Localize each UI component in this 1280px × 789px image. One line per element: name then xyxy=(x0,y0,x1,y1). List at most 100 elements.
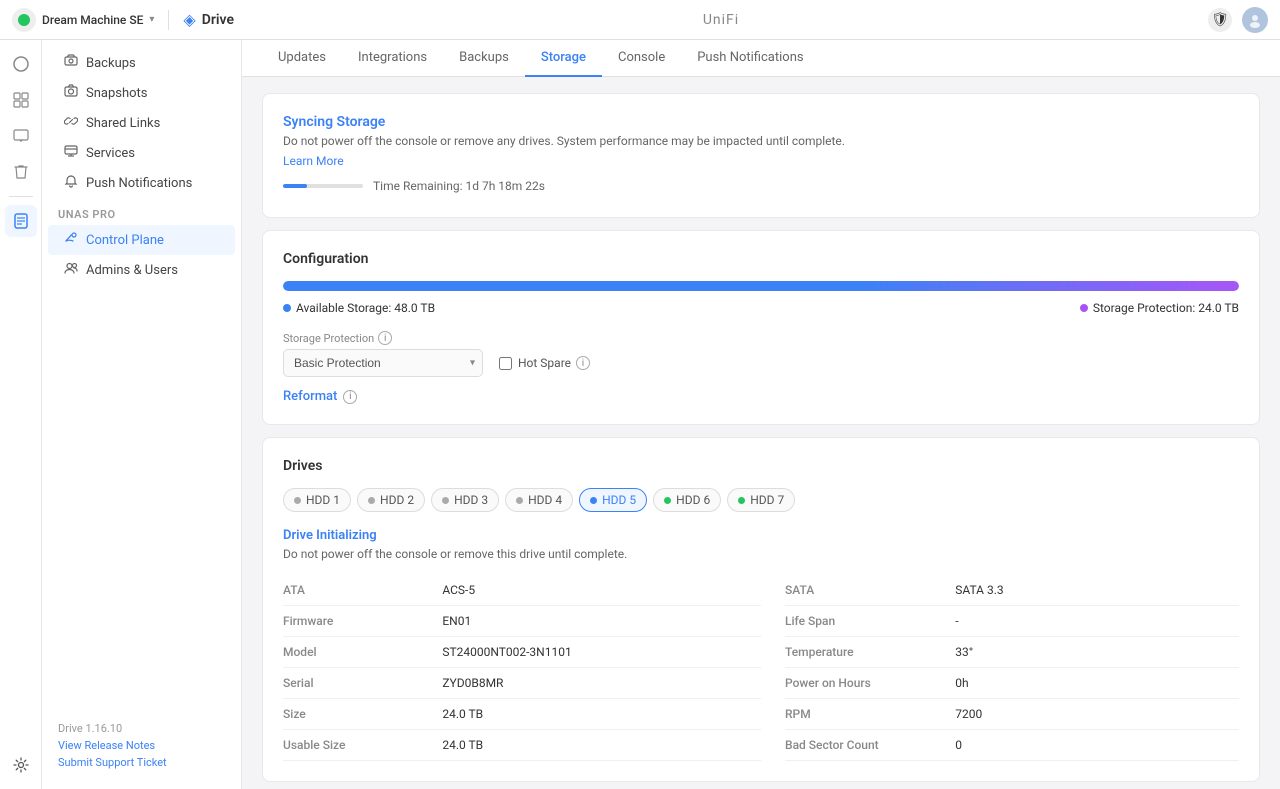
sidebar-item-services[interactable]: Services xyxy=(48,138,235,168)
drives-tabs: HDD 1 HDD 2 HDD 3 HDD 4 xyxy=(283,488,1239,512)
serial-label: Serial xyxy=(283,676,442,690)
size-value: 24.0 TB xyxy=(442,707,761,721)
sidebar-label-control-plane: Control Plane xyxy=(86,233,164,248)
hdd1-dot xyxy=(294,497,301,504)
sidebar-item-control-plane[interactable]: Control Plane xyxy=(48,225,235,255)
sidebar-icon-display[interactable] xyxy=(5,120,37,152)
life-span-label: Life Span xyxy=(785,614,955,628)
sidebar-icon-document[interactable] xyxy=(5,205,37,237)
drive-tab-hdd4[interactable]: HDD 4 xyxy=(505,488,573,512)
reformat-row: Reformat i xyxy=(283,389,1239,404)
detail-row-sata: SATA SATA 3.3 xyxy=(785,575,1239,606)
drive-tab-hdd1[interactable]: HDD 1 xyxy=(283,488,351,512)
storage-protection-info-icon[interactable]: i xyxy=(378,331,392,345)
detail-row-bad-sector: Bad Sector Count 0 xyxy=(785,730,1239,761)
sidebar-item-backups[interactable]: Backups xyxy=(48,48,235,78)
chevron-down-icon[interactable]: ▾ xyxy=(149,14,154,25)
version-label: Drive 1.16.10 xyxy=(58,722,122,735)
legend-protection: Storage Protection: 24.0 TB xyxy=(1080,301,1239,315)
tab-push-notifications[interactable]: Push Notifications xyxy=(681,40,819,77)
detail-row-temperature: Temperature 33° xyxy=(785,637,1239,668)
learn-more-link[interactable]: Learn More xyxy=(283,154,344,168)
left-sidebar: Backups Snapshots Shared Links Services … xyxy=(42,40,242,789)
drive-tab-hdd6[interactable]: HDD 6 xyxy=(653,488,721,512)
storage-protection-label: Storage Protection i xyxy=(283,331,483,345)
storage-protection-legend: Storage Protection: 24.0 TB xyxy=(1093,301,1239,315)
ata-label: ATA xyxy=(283,583,442,597)
sidebar-icon-trash[interactable] xyxy=(5,156,37,188)
drive-tab-hdd7[interactable]: HDD 7 xyxy=(727,488,795,512)
drive-details-right: SATA SATA 3.3 Life Span - Temperature 33… xyxy=(761,575,1239,761)
services-icon xyxy=(64,144,78,162)
configuration-card: Configuration Available Storage: 48.0 TB… xyxy=(262,230,1260,425)
sidebar-label-shared-links: Shared Links xyxy=(86,116,160,131)
view-release-notes-link[interactable]: View Release Notes xyxy=(58,739,225,752)
tab-updates[interactable]: Updates xyxy=(262,40,342,77)
device-name: Dream Machine SE xyxy=(42,13,143,27)
reformat-info-icon[interactable]: i xyxy=(343,390,357,404)
avatar[interactable] xyxy=(1242,7,1268,33)
hdd5-dot xyxy=(590,497,597,504)
syncing-storage-card: Syncing Storage Do not power off the con… xyxy=(262,93,1260,218)
sidebar-label-services: Services xyxy=(86,146,135,161)
syncing-desc: Do not power off the console or remove a… xyxy=(283,134,1239,148)
tab-console[interactable]: Console xyxy=(602,40,681,77)
drive-tab-hdd3[interactable]: HDD 3 xyxy=(431,488,499,512)
device-icon xyxy=(12,8,36,32)
shield-button[interactable]: 🛡 xyxy=(1208,8,1232,32)
icon-sidebar-divider xyxy=(9,196,33,197)
sidebar-icon-settings[interactable] xyxy=(5,749,37,781)
detail-row-size: Size 24.0 TB xyxy=(283,699,761,730)
sidebar-item-push-notifications[interactable]: Push Notifications xyxy=(48,168,235,198)
drive-tab-hdd2[interactable]: HDD 2 xyxy=(357,488,425,512)
hdd6-dot xyxy=(664,497,671,504)
snapshots-icon xyxy=(64,84,78,102)
hot-spare-label[interactable]: Hot Spare i xyxy=(518,356,590,370)
tab-storage[interactable]: Storage xyxy=(525,40,602,77)
detail-row-power-on-hours: Power on Hours 0h xyxy=(785,668,1239,699)
tab-integrations[interactable]: Integrations xyxy=(342,40,443,77)
storage-bar-fill xyxy=(283,281,1239,291)
storage-protection-select-wrapper: Basic Protection Advanced Protection No … xyxy=(283,349,483,377)
submit-support-ticket-link[interactable]: Submit Support Ticket xyxy=(58,756,225,769)
model-label: Model xyxy=(283,645,442,659)
progress-bar-container: Time Remaining: 1d 7h 18m 22s xyxy=(283,179,1239,193)
detail-row-life-span: Life Span - xyxy=(785,606,1239,637)
detail-row-rpm: RPM 7200 xyxy=(785,699,1239,730)
sidebar-item-shared-links[interactable]: Shared Links xyxy=(48,108,235,138)
hot-spare-info-icon[interactable]: i xyxy=(576,356,590,370)
drive-details-grid: ATA ACS-5 Firmware EN01 Model ST24000NT0… xyxy=(283,575,1239,761)
sidebar-item-snapshots[interactable]: Snapshots xyxy=(48,78,235,108)
serial-value: ZYD0B8MR xyxy=(442,676,761,690)
power-on-hours-label: Power on Hours xyxy=(785,676,955,690)
backups-icon xyxy=(64,54,78,72)
bad-sector-label: Bad Sector Count xyxy=(785,738,955,752)
drives-title: Drives xyxy=(283,458,1239,474)
hdd3-dot xyxy=(442,497,449,504)
sidebar-icon-grid[interactable] xyxy=(5,84,37,116)
tab-backups[interactable]: Backups xyxy=(443,40,525,77)
admins-users-icon xyxy=(64,261,78,279)
sata-value: SATA 3.3 xyxy=(955,583,1239,597)
sidebar-label-snapshots: Snapshots xyxy=(86,86,148,101)
firmware-value: EN01 xyxy=(442,614,761,628)
shared-links-icon xyxy=(64,114,78,132)
drive-app-label: Drive xyxy=(202,12,234,28)
hot-spare-checkbox[interactable] xyxy=(499,357,512,370)
reformat-link[interactable]: Reformat xyxy=(283,389,337,404)
rpm-label: RPM xyxy=(785,707,955,721)
drive-tab-hdd5[interactable]: HDD 5 xyxy=(579,488,647,512)
storage-protection-select[interactable]: Basic Protection Advanced Protection No … xyxy=(283,349,483,377)
storage-protection-field: Storage Protection i Basic Protection Ad… xyxy=(283,331,483,377)
detail-row-model: Model ST24000NT002-3N1101 xyxy=(283,637,761,668)
sata-label: SATA xyxy=(785,583,955,597)
progress-bar-track xyxy=(283,184,363,188)
app-body: Backups Snapshots Shared Links Services … xyxy=(0,40,1280,789)
sidebar-item-admins-users[interactable]: Admins & Users xyxy=(48,255,235,285)
topbar-right: 🛡 xyxy=(1208,7,1268,33)
sidebar-group-label: UNAS Pro xyxy=(42,198,241,225)
config-title: Configuration xyxy=(283,251,1239,267)
temperature-label: Temperature xyxy=(785,645,955,659)
topbar: Dream Machine SE ▾ ◈ Drive UniFi 🛡 xyxy=(0,0,1280,40)
sidebar-icon-home[interactable] xyxy=(5,48,37,80)
